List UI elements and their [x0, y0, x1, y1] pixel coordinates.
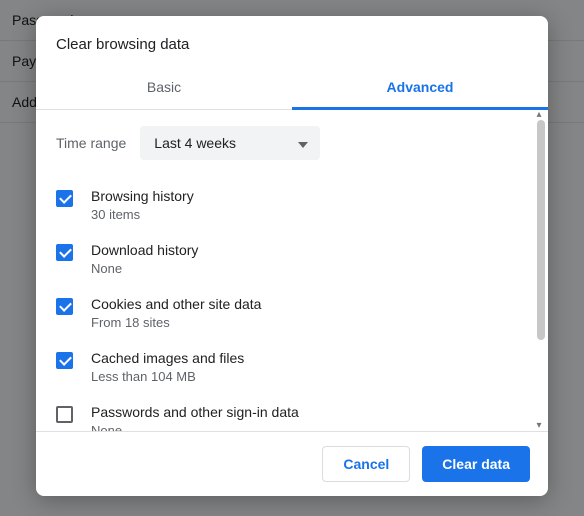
item-sublabel: From 18 sites [91, 315, 261, 330]
tab-advanced[interactable]: Advanced [292, 67, 548, 110]
list-item: Cached images and files Less than 104 MB [56, 340, 530, 394]
dialog-body: Time range Last 4 weeks Browsing history… [36, 110, 548, 431]
time-range-row: Time range Last 4 weeks [56, 110, 530, 178]
dialog-footer: Cancel Clear data [36, 431, 548, 496]
time-range-label: Time range [56, 135, 126, 151]
item-sublabel: None [91, 261, 198, 276]
checkbox-cookies[interactable] [56, 298, 73, 315]
checkbox-passwords[interactable] [56, 406, 73, 423]
scroll-up-icon[interactable]: ▴ [534, 110, 544, 120]
clear-browsing-data-dialog: Clear browsing data Basic Advanced Time … [36, 16, 548, 496]
list-item: Browsing history 30 items [56, 178, 530, 232]
scroll-down-icon[interactable]: ▾ [534, 421, 544, 431]
item-label: Cached images and files [91, 350, 244, 366]
item-label: Cookies and other site data [91, 296, 261, 312]
item-sublabel: None [91, 423, 299, 431]
list-item: Download history None [56, 232, 530, 286]
time-range-value: Last 4 weeks [154, 135, 236, 151]
list-item: Passwords and other sign-in data None [56, 394, 530, 431]
item-sublabel: Less than 104 MB [91, 369, 244, 384]
item-label: Passwords and other sign-in data [91, 404, 299, 420]
checkbox-browsing-history[interactable] [56, 190, 73, 207]
dialog-title: Clear browsing data [36, 16, 548, 67]
item-label: Browsing history [91, 188, 194, 204]
clear-data-button[interactable]: Clear data [422, 446, 530, 482]
tabs: Basic Advanced [36, 67, 548, 110]
time-range-select[interactable]: Last 4 weeks [140, 126, 320, 160]
checkbox-cache[interactable] [56, 352, 73, 369]
scroll-area[interactable]: Time range Last 4 weeks Browsing history… [36, 110, 534, 431]
cancel-button[interactable]: Cancel [322, 446, 410, 482]
chevron-down-icon [298, 135, 308, 151]
item-sublabel: 30 items [91, 207, 194, 222]
tab-basic[interactable]: Basic [36, 67, 292, 109]
item-label: Download history [91, 242, 198, 258]
scrollbar[interactable]: ▴ ▾ [536, 114, 546, 427]
list-item: Cookies and other site data From 18 site… [56, 286, 530, 340]
checkbox-download-history[interactable] [56, 244, 73, 261]
scrollbar-thumb[interactable] [537, 120, 545, 340]
